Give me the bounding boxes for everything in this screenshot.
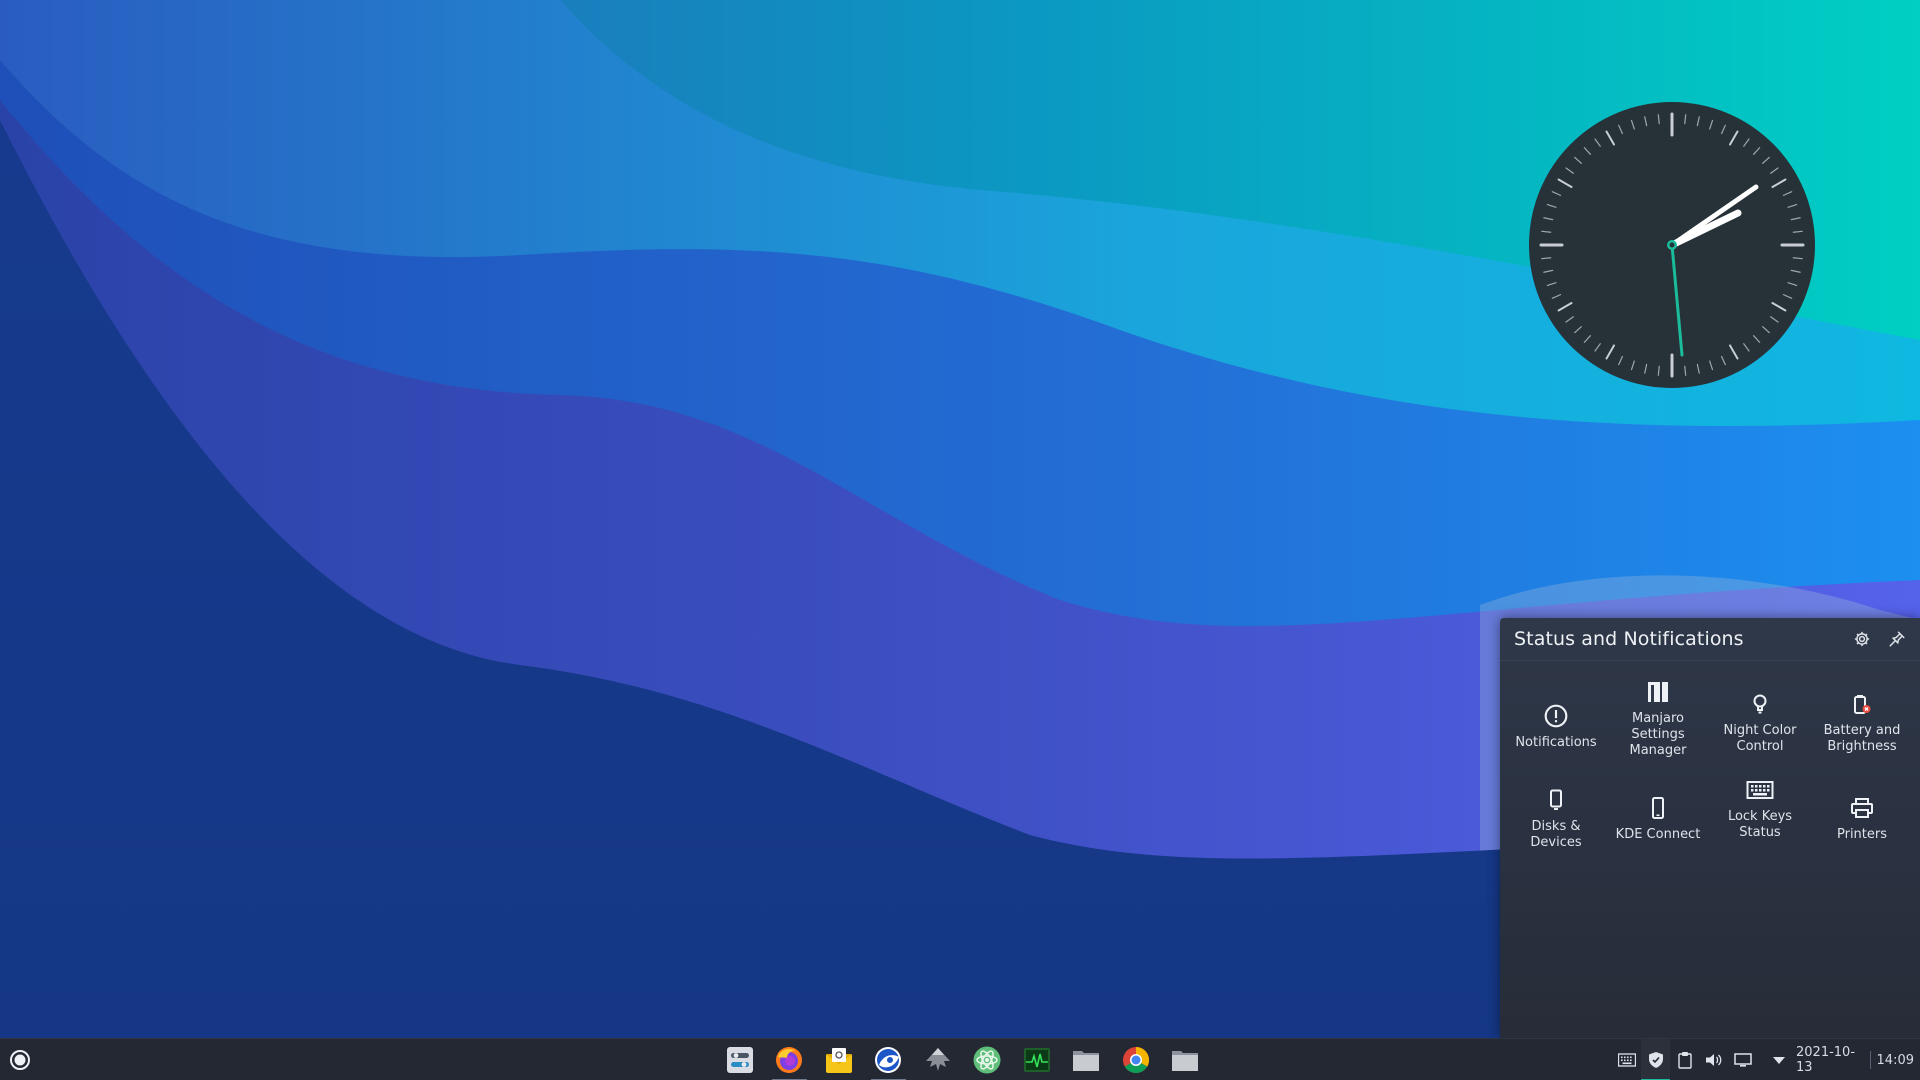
tray-volume[interactable] [1699,1039,1728,1080]
tray-item-printers[interactable]: Printers [1811,772,1913,864]
tray-item-label: Manjaro Settings Manager [1629,710,1687,758]
clock-date: 2021-10-13 [1796,1045,1856,1075]
application-launcher-button[interactable] [8,1048,32,1072]
printer-icon [1848,794,1876,822]
analog-clock-widget[interactable] [1528,101,1816,389]
clipboard-icon [1677,1052,1692,1069]
tray-item-label: Lock Keys Status [1727,808,1793,840]
system-monitor-icon [1023,1048,1050,1072]
tray-item-label: Battery and Brightness [1823,722,1901,754]
system-settings-icon [726,1047,753,1073]
manjaro-logo-icon [1644,678,1672,706]
tray-clipboard[interactable] [1670,1039,1699,1080]
tray-item-manjaro-settings[interactable]: Manjaro Settings Manager [1607,672,1709,764]
tray-item-notifications[interactable]: Notifications [1505,680,1607,772]
tray-item-label: Notifications [1515,734,1597,750]
file-manager-icon [1073,1051,1100,1071]
tray-expand-button[interactable] [1765,1039,1793,1080]
exclamation-circle-icon [1542,702,1570,730]
launcher-icon [10,1050,30,1070]
display-icon [1733,1053,1752,1067]
task-system-settings[interactable] [715,1039,765,1080]
volume-icon [1705,1054,1721,1066]
task-system-monitor[interactable] [1012,1039,1062,1080]
tray-item-disks-devices[interactable]: Disks & Devices [1505,772,1607,864]
task-atom[interactable] [963,1039,1013,1080]
battery-icon [1848,690,1876,718]
configure-button[interactable] [1850,627,1874,651]
popup-header: Status and Notifications [1500,618,1920,661]
task-file-manager[interactable] [1062,1039,1112,1080]
smartphone-icon [1644,794,1672,822]
tray-item-label: KDE Connect [1615,826,1701,842]
system-tray [1612,1039,1757,1080]
tray-item-label: Disks & Devices [1530,818,1582,850]
chrome-icon [1122,1046,1149,1074]
tray-item-label: Printers [1836,826,1888,842]
task-browser[interactable] [864,1039,914,1080]
digital-clock[interactable]: 2021-10-13 14:09 [1790,1039,1920,1080]
pin-icon [1889,631,1905,647]
gear-icon [1854,631,1870,647]
tray-display[interactable] [1728,1039,1757,1080]
task-mail-client[interactable] [814,1039,864,1080]
folder-icon [1172,1051,1199,1071]
pin-button[interactable] [1885,627,1909,651]
keyboard-icon [1617,1053,1636,1067]
keyboard-icon [1746,776,1774,804]
task-manager [715,1039,1210,1080]
chevron-down-icon [1773,1057,1785,1064]
desktop: Status and Notifications Notifications M… [0,0,1920,1080]
task-firefox[interactable] [765,1039,815,1080]
task-folder[interactable] [1161,1039,1211,1080]
task-inkscape[interactable] [913,1039,963,1080]
tray-security[interactable] [1641,1039,1670,1080]
tray-item-label: Night Color Control [1723,722,1797,754]
analog-clock-face [1529,102,1815,388]
popup-title: Status and Notifications [1514,628,1744,650]
browser-icon [875,1047,902,1073]
clock-time: 14:09 [1876,1052,1914,1068]
removable-drive-icon [1542,786,1570,814]
tray-keyboard-layout[interactable] [1612,1039,1641,1080]
shield-icon [1648,1052,1663,1068]
mail-client-icon [825,1048,852,1073]
inkscape-icon [925,1048,950,1071]
tray-item-battery-brightness[interactable]: Battery and Brightness [1811,676,1913,768]
status-notifications-popup: Status and Notifications Notifications M… [1500,618,1920,1038]
lightbulb-icon [1746,690,1774,718]
tray-item-lock-keys[interactable]: Lock Keys Status [1709,762,1811,854]
atom-icon [973,1046,1001,1074]
taskbar: 2021-10-13 14:09 [0,1038,1920,1080]
tray-item-night-color[interactable]: Night Color Control [1709,676,1811,768]
task-chrome[interactable] [1111,1039,1161,1080]
tray-item-kde-connect[interactable]: KDE Connect [1607,772,1709,864]
firefox-icon [776,1047,803,1073]
